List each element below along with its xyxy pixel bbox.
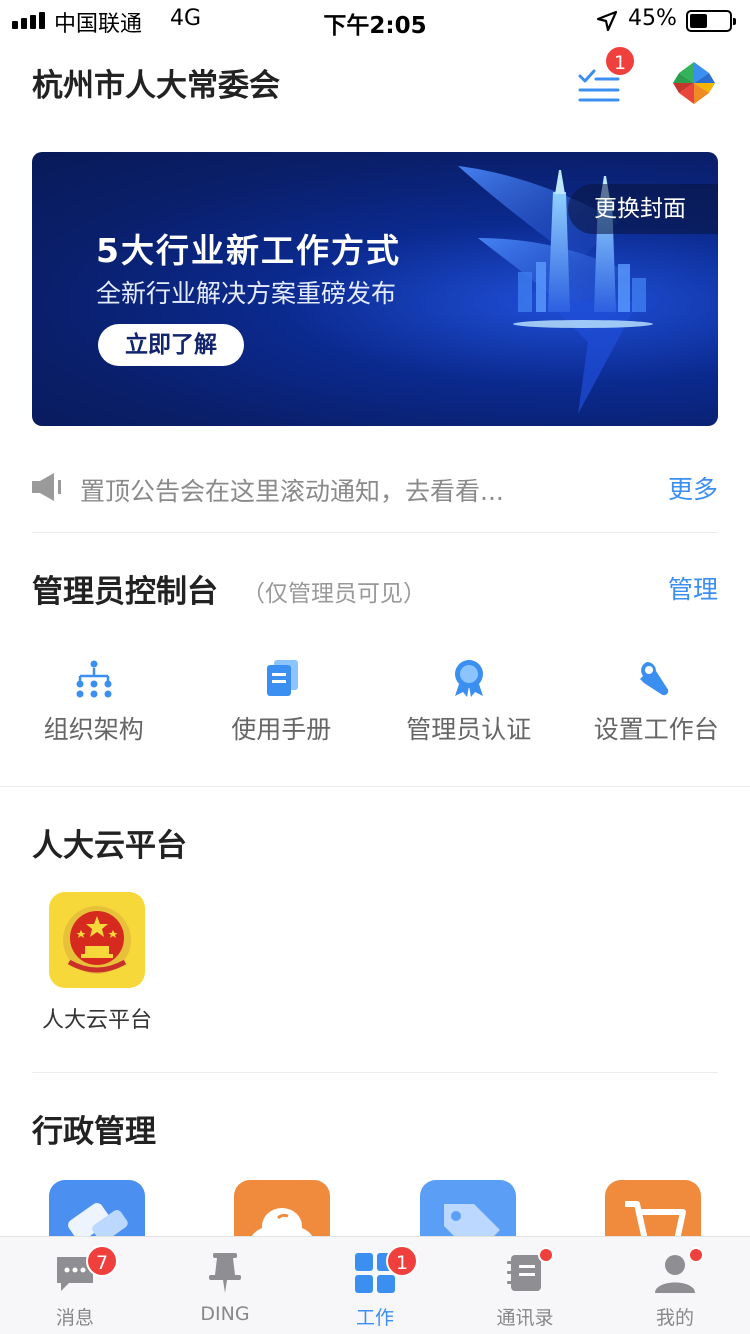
divider — [32, 1072, 718, 1073]
profile-dot — [688, 1247, 704, 1263]
pin-icon — [209, 1253, 241, 1293]
tab-label: 消息 — [55, 1307, 94, 1329]
admin-tools: 组织架构 使用手册 管理员认证 设置工作台 — [0, 656, 750, 756]
tab-work[interactable]: 1 工作 — [300, 1237, 450, 1334]
admin-only-note: （仅管理员可见） — [242, 581, 426, 607]
battery-icon — [686, 10, 736, 32]
org-chart-icon — [76, 660, 112, 698]
tool-workbench-settings[interactable]: 设置工作台 — [563, 656, 750, 756]
manual-icon — [266, 660, 298, 696]
banner-title: 5大行业新工作方式 — [96, 231, 401, 270]
status-bar: 中国联通 4G 下午2:05 45% — [0, 0, 750, 40]
contacts-dot — [538, 1247, 554, 1263]
admin-console-title: 管理员控制台 — [32, 574, 218, 610]
divider — [0, 786, 750, 787]
work-badge: 1 — [386, 1245, 418, 1277]
location-arrow-icon — [596, 10, 618, 32]
change-cover-button[interactable]: 更换封面 — [568, 184, 718, 234]
speaker-icon — [32, 473, 61, 501]
tab-label: 通讯录 — [496, 1307, 554, 1329]
wrench-icon — [639, 662, 668, 696]
app-label: 人大云平台 — [41, 1008, 152, 1033]
certification-icon — [455, 660, 483, 697]
notice-text: 置顶公告会在这里滚动通知，去看看... — [80, 477, 504, 506]
tab-label: DING — [200, 1303, 250, 1325]
app-logo-button[interactable] — [671, 60, 717, 106]
page-title: 杭州市人大常委会 — [32, 68, 280, 104]
tab-ding[interactable]: DING — [150, 1237, 300, 1334]
bottom-tab-bar: 7 消息 DING 1 工作 通讯录 我的 — [0, 1236, 750, 1334]
promo-banner[interactable]: 5大行业新工作方式 全新行业解决方案重磅发布 立即了解 更换封面 — [32, 152, 718, 426]
battery-percent: 45% — [628, 6, 677, 31]
national-emblem-icon — [49, 892, 145, 988]
tool-user-manual[interactable]: 使用手册 — [188, 656, 376, 756]
battery-fill — [690, 14, 708, 28]
tool-label: 管理员认证 — [406, 715, 532, 744]
administration-title: 行政管理 — [32, 1114, 156, 1150]
notice-bar[interactable]: 置顶公告会在这里滚动通知，去看看... 更多 — [32, 464, 718, 514]
tab-label: 工作 — [355, 1307, 394, 1329]
tab-contacts[interactable]: 通讯录 — [450, 1237, 600, 1334]
tool-org-structure[interactable]: 组织架构 — [0, 656, 188, 756]
tool-admin-certification[interactable]: 管理员认证 — [375, 656, 563, 756]
manage-link[interactable]: 管理 — [668, 570, 718, 606]
cloud-platform-title: 人大云平台 — [32, 828, 187, 864]
todo-badge: 1 — [604, 45, 636, 77]
app-cloud-platform[interactable]: 人大云平台 — [35, 892, 159, 1034]
banner-subtitle: 全新行业解决方案重磅发布 — [96, 279, 397, 308]
tool-label: 设置工作台 — [593, 715, 719, 744]
tab-label: 我的 — [655, 1307, 694, 1329]
more-link[interactable]: 更多 — [668, 470, 718, 506]
tab-messages[interactable]: 7 消息 — [0, 1237, 150, 1334]
learn-more-button[interactable]: 立即了解 — [98, 324, 244, 366]
colorful-star-logo-icon — [673, 62, 715, 104]
divider — [32, 532, 718, 533]
tool-label: 使用手册 — [231, 715, 332, 744]
tool-label: 组织架构 — [43, 715, 144, 744]
messages-badge: 7 — [86, 1245, 118, 1277]
tab-me[interactable]: 我的 — [600, 1237, 750, 1334]
